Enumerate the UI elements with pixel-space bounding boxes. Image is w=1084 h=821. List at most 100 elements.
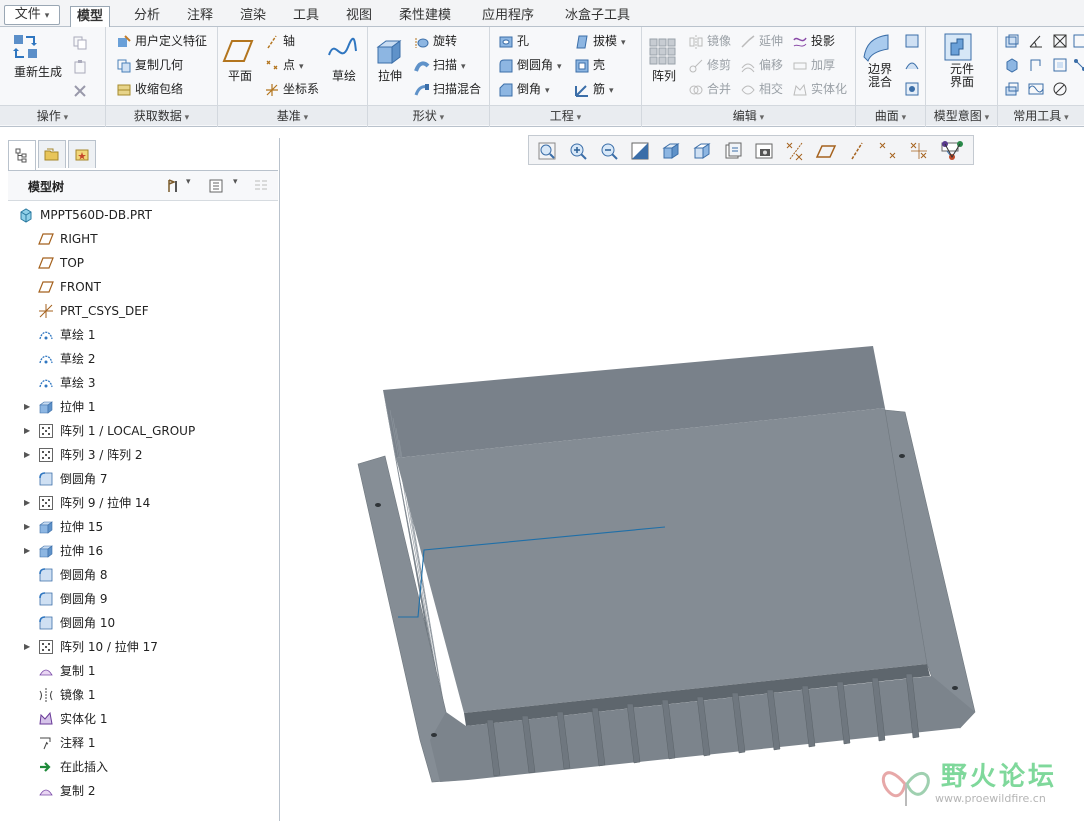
perspective-button[interactable]: [752, 139, 776, 163]
expand-arrow-icon[interactable]: ▶: [24, 420, 34, 442]
tree-item[interactable]: ▶ 阵列 9 / 拉伸 14: [0, 492, 278, 514]
spin-center-icon[interactable]: [940, 138, 966, 162]
chamfer-button[interactable]: 倒角 ▾: [498, 79, 550, 99]
tree-item[interactable]: 倒圆角 10: [0, 612, 278, 634]
point-button[interactable]: 点 ▾: [264, 55, 304, 75]
expand-arrow-icon[interactable]: ▶: [24, 516, 34, 538]
display-style-button[interactable]: [659, 139, 683, 163]
group-label-model-intent[interactable]: 模型意图: [926, 105, 997, 125]
rib-button[interactable]: 筋 ▾: [574, 79, 614, 99]
tree-item[interactable]: 倒圆角 8: [0, 564, 278, 586]
shell-button[interactable]: 壳: [574, 55, 605, 75]
swept-blend-button[interactable]: 扫描混合: [414, 79, 481, 99]
tree-item[interactable]: ▶ 阵列 10 / 拉伸 17: [0, 636, 278, 658]
tree-item[interactable]: 倒圆角 9: [0, 588, 278, 610]
tool-frame-icon[interactable]: [1052, 57, 1068, 73]
merge-button[interactable]: 合并: [688, 79, 731, 99]
tree-root[interactable]: MPPT560D-DB.PRT: [0, 204, 278, 226]
tree-settings-dropdown[interactable]: ▾: [186, 177, 191, 187]
point-display-button[interactable]: [876, 139, 900, 163]
axis-button[interactable]: 轴: [264, 31, 295, 51]
udf-button[interactable]: 用户定义特征: [116, 31, 207, 51]
boundary-blend-button[interactable]: 边界混合: [860, 31, 900, 89]
tree-settings-icon[interactable]: [166, 178, 182, 194]
repaint-button[interactable]: [628, 139, 652, 163]
view-manager-button[interactable]: [721, 139, 745, 163]
zoom-in-button[interactable]: [566, 139, 590, 163]
group-label-common-tools[interactable]: 常用工具: [998, 105, 1084, 125]
refit-button[interactable]: [535, 139, 559, 163]
tree-item[interactable]: 复制 2: [0, 780, 278, 802]
trim-button[interactable]: 修剪: [688, 55, 731, 75]
plane-display-button[interactable]: [814, 139, 838, 163]
tool-box-icon[interactable]: [1004, 33, 1020, 49]
tool-angle-icon[interactable]: [1028, 33, 1044, 49]
tree-item[interactable]: PRT_CSYS_DEF: [0, 300, 278, 322]
extrude-button[interactable]: 拉伸: [372, 35, 408, 84]
tool-nodes-icon[interactable]: [1072, 57, 1084, 73]
tool-solid-icon[interactable]: [1004, 57, 1020, 73]
hole-button[interactable]: 孔: [498, 31, 529, 51]
tool-layer-icon[interactable]: [1004, 81, 1020, 97]
group-label-get-data[interactable]: 获取数据: [106, 105, 217, 125]
tree-item[interactable]: RIGHT: [0, 228, 278, 250]
project-button[interactable]: 投影: [792, 31, 835, 51]
tool-wave-icon[interactable]: [1028, 81, 1044, 97]
tool-cross-icon[interactable]: [1052, 33, 1068, 49]
file-menu[interactable]: 文件 ▾: [4, 5, 60, 25]
group-label-surfaces[interactable]: 曲面: [856, 105, 925, 125]
plane-button[interactable]: 平面: [222, 35, 258, 84]
tree-item[interactable]: 实体化 1: [0, 708, 278, 730]
tree-item[interactable]: 草绘 1: [0, 324, 278, 346]
fill-icon[interactable]: [904, 33, 920, 49]
tab-model-tree[interactable]: [8, 140, 36, 170]
tree-item[interactable]: ▶ 拉伸 15: [0, 516, 278, 538]
csys-display-button[interactable]: [907, 139, 931, 163]
tab-view[interactable]: 视图: [340, 6, 378, 27]
revolve-button[interactable]: 旋转: [414, 31, 457, 51]
round-button[interactable]: 倒圆角 ▾: [498, 55, 562, 75]
shrinkwrap-button[interactable]: 收缩包络: [116, 79, 183, 99]
tree-item[interactable]: ▶ 拉伸 1: [0, 396, 278, 418]
tree-item[interactable]: 镜像 1: [0, 684, 278, 706]
group-label-shape[interactable]: 形状: [368, 105, 489, 125]
tree-filter-icon[interactable]: [208, 178, 224, 194]
tab-favorites[interactable]: [68, 140, 96, 168]
expand-arrow-icon[interactable]: ▶: [24, 492, 34, 514]
tab-analysis[interactable]: 分析: [128, 6, 166, 27]
tab-flexible-modeling[interactable]: 柔性建模: [393, 6, 457, 27]
graphics-window[interactable]: [281, 170, 1084, 821]
tree-item[interactable]: 草绘 2: [0, 348, 278, 370]
tree-item[interactable]: TOP: [0, 252, 278, 274]
axis-display-button[interactable]: [845, 139, 869, 163]
thicken-button[interactable]: 加厚: [792, 55, 835, 75]
intersect-button[interactable]: 相交: [740, 79, 783, 99]
tree-item[interactable]: FRONT: [0, 276, 278, 298]
offset-button[interactable]: 偏移: [740, 55, 783, 75]
tree-item[interactable]: 注释 1: [0, 732, 278, 754]
group-label-editing[interactable]: 编辑: [642, 105, 855, 125]
delete-icon[interactable]: [72, 83, 88, 99]
expand-arrow-icon[interactable]: ▶: [24, 444, 34, 466]
tool-no-icon[interactable]: [1052, 81, 1068, 97]
mirror-button[interactable]: 镜像: [688, 31, 731, 51]
solidify-button[interactable]: 实体化: [792, 79, 847, 99]
zoom-out-button[interactable]: [597, 139, 621, 163]
tab-applications[interactable]: 应用程序: [476, 6, 540, 27]
datum-display-button[interactable]: [783, 139, 807, 163]
tab-annotate[interactable]: 注释: [181, 6, 219, 27]
sweep-button[interactable]: 扫描 ▾: [414, 55, 466, 75]
tab-icebox-tools[interactable]: 冰盒子工具: [559, 6, 636, 27]
tab-tools[interactable]: 工具: [287, 6, 325, 27]
tree-columns-icon[interactable]: [253, 178, 269, 194]
expand-arrow-icon[interactable]: ▶: [24, 540, 34, 562]
copy-icon[interactable]: [72, 35, 88, 51]
paste-icon[interactable]: [72, 59, 88, 75]
tree-item[interactable]: 草绘 3: [0, 372, 278, 394]
csys-button[interactable]: 坐标系: [264, 79, 319, 99]
tab-folder-browser[interactable]: [38, 140, 66, 168]
tree-item[interactable]: 在此插入: [0, 756, 278, 778]
tab-render[interactable]: 渲染: [234, 6, 272, 27]
tree-filter-dropdown[interactable]: ▾: [233, 177, 238, 187]
copy-geometry-button[interactable]: 复制几何: [116, 55, 183, 75]
